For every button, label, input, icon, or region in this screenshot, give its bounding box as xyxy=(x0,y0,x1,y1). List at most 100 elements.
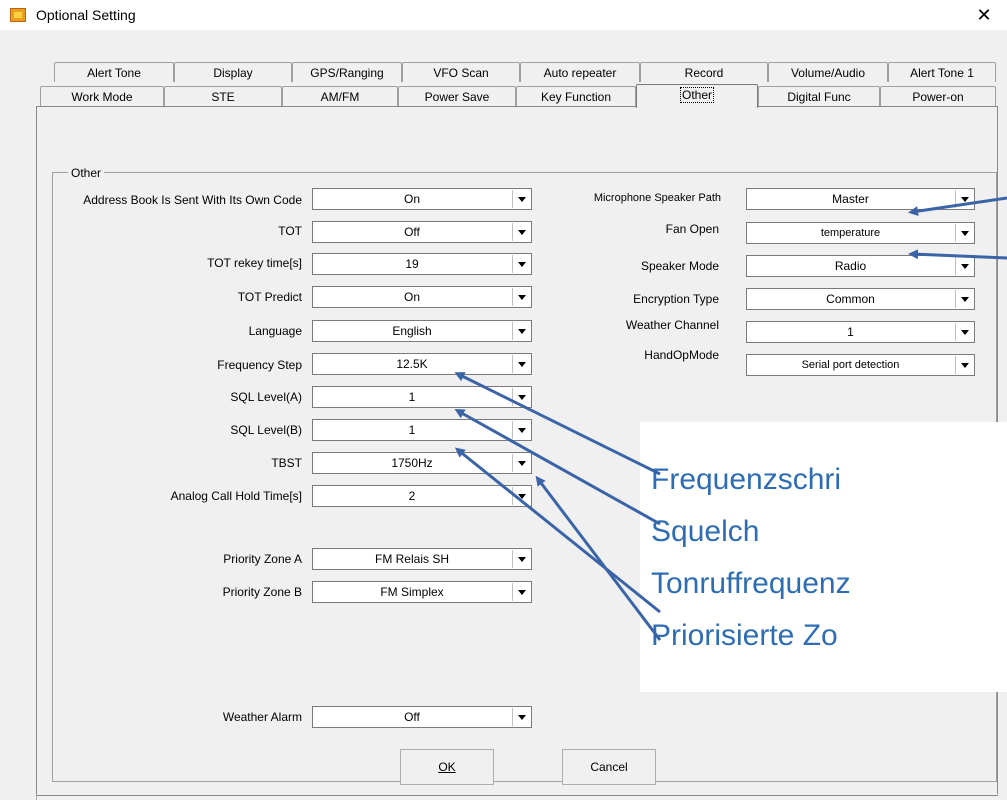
chevron-down-icon[interactable] xyxy=(955,290,973,308)
speaker-mode-value: Radio xyxy=(834,259,867,273)
tab-vfo-scan[interactable]: VFO Scan xyxy=(402,62,520,82)
analog-hold-select[interactable]: 2 xyxy=(312,485,532,507)
frequency-step-select[interactable]: 12.5K xyxy=(312,353,532,375)
label-frequency-step: Frequency Step xyxy=(217,358,302,372)
sql-level-b-value: 1 xyxy=(408,423,416,437)
chevron-down-icon[interactable] xyxy=(955,224,973,242)
chevron-down-icon[interactable] xyxy=(955,356,973,374)
label-weather-alarm: Weather Alarm xyxy=(222,710,302,724)
ok-button-label: OK xyxy=(438,760,456,774)
annotation-tone-frequency: Tonruffrequenz xyxy=(651,567,851,600)
tot-rekey-select[interactable]: 19 xyxy=(312,253,532,275)
annotation-priority-zone: Priorisierte Zo xyxy=(651,619,838,652)
annotation-squelch: Squelch xyxy=(651,515,760,548)
priority-zone-a-select[interactable]: FM Relais SH xyxy=(312,548,532,570)
tot-predict-value: On xyxy=(403,290,420,304)
app-icon xyxy=(10,8,26,22)
mic-speaker-path-select[interactable]: Master xyxy=(746,188,975,210)
encryption-type-select[interactable]: Common xyxy=(746,288,975,310)
tab-power-on[interactable]: Power-on xyxy=(880,86,996,106)
language-value: English xyxy=(392,324,432,338)
chevron-down-icon[interactable] xyxy=(512,223,530,241)
tot-rekey-value: 19 xyxy=(405,257,419,271)
tab-digital-func[interactable]: Digital Func xyxy=(758,86,880,106)
weather-alarm-value: Off xyxy=(404,710,420,724)
panel-bottom-line xyxy=(36,795,998,796)
chevron-down-icon[interactable] xyxy=(512,487,530,505)
tab-alert-tone[interactable]: Alert Tone xyxy=(54,62,174,82)
tab-power-save[interactable]: Power Save xyxy=(398,86,516,106)
close-icon[interactable]: ✕ xyxy=(961,0,1007,30)
chevron-down-icon[interactable] xyxy=(512,583,530,601)
tab-key-function[interactable]: Key Function xyxy=(516,86,636,106)
label-fan-open: Fan Open xyxy=(665,222,719,236)
sql-level-b-select[interactable]: 1 xyxy=(312,419,532,441)
chevron-down-icon[interactable] xyxy=(955,190,973,208)
tab-display[interactable]: Display xyxy=(174,62,292,82)
speaker-mode-select[interactable]: Radio xyxy=(746,255,975,277)
title-bar: Optional Setting ✕ xyxy=(0,0,1007,30)
label-analog-hold: Analog Call Hold Time[s] xyxy=(170,489,302,503)
tab-auto-repeater[interactable]: Auto repeater xyxy=(520,62,640,82)
group-title: Other xyxy=(68,166,105,180)
label-language: Language xyxy=(248,324,302,338)
chevron-down-icon[interactable] xyxy=(512,255,530,273)
tot-select[interactable]: Off xyxy=(312,221,532,243)
tab-ste[interactable]: STE xyxy=(164,86,282,106)
dialog-left-edge xyxy=(10,110,37,800)
chevron-down-icon[interactable] xyxy=(512,388,530,406)
cancel-button[interactable]: Cancel xyxy=(562,749,656,785)
label-sql-level-b: SQL Level(B) xyxy=(230,423,302,437)
label-tot: TOT xyxy=(278,224,302,238)
weather-channel-select[interactable]: 1 xyxy=(746,321,975,343)
tot-predict-select[interactable]: On xyxy=(312,286,532,308)
tab-record[interactable]: Record xyxy=(640,62,768,82)
label-priority-zone-a: Priority Zone A xyxy=(223,552,302,566)
chevron-down-icon[interactable] xyxy=(512,708,530,726)
tab-gps-ranging[interactable]: GPS/Ranging xyxy=(292,62,402,82)
weather-channel-value: 1 xyxy=(847,325,854,339)
chevron-down-icon[interactable] xyxy=(512,322,530,340)
label-address-book: Address Book Is Sent With Its Own Code xyxy=(83,193,302,207)
sql-level-a-value: 1 xyxy=(408,390,416,404)
tab-work-mode[interactable]: Work Mode xyxy=(40,86,164,106)
tbst-select[interactable]: 1750Hz xyxy=(312,452,532,474)
address-book-select[interactable]: On xyxy=(312,188,532,210)
tab-other-label: Other xyxy=(679,87,714,103)
chevron-down-icon[interactable] xyxy=(955,323,973,341)
sql-level-a-select[interactable]: 1 xyxy=(312,386,532,408)
label-speaker-mode: Speaker Mode xyxy=(640,259,719,273)
annotation-frequency-step: Frequenzschri xyxy=(651,463,842,496)
label-priority-zone-b: Priority Zone B xyxy=(222,585,302,599)
label-weather-channel: Weather Channel xyxy=(625,318,719,332)
weather-alarm-select[interactable]: Off xyxy=(312,706,532,728)
chevron-down-icon[interactable] xyxy=(955,257,973,275)
label-mic-speaker-path: Microphone Speaker Path xyxy=(593,192,721,204)
label-sql-level-a: SQL Level(A) xyxy=(230,390,302,404)
window-title: Optional Setting xyxy=(36,7,136,23)
chevron-down-icon[interactable] xyxy=(512,454,530,472)
chevron-down-icon[interactable] xyxy=(512,550,530,568)
label-handopmode: HandOpMode xyxy=(644,348,719,362)
priority-zone-b-select[interactable]: FM Simplex xyxy=(312,581,532,603)
frequency-step-value: 12.5K xyxy=(396,357,428,371)
handopmode-select[interactable]: Serial port detection xyxy=(746,354,975,376)
ok-button[interactable]: OK xyxy=(400,749,494,785)
encryption-type-value: Common xyxy=(826,292,875,306)
language-select[interactable]: English xyxy=(312,320,532,342)
tab-alert-tone-1[interactable]: Alert Tone 1 xyxy=(888,62,996,82)
chevron-down-icon[interactable] xyxy=(512,421,530,439)
chevron-down-icon[interactable] xyxy=(512,355,530,373)
label-encryption-type: Encryption Type xyxy=(633,292,719,306)
address-book-value: On xyxy=(403,192,420,206)
cancel-button-label: Cancel xyxy=(590,760,628,774)
chevron-down-icon[interactable] xyxy=(512,288,530,306)
tab-other[interactable]: Other xyxy=(636,84,758,108)
tab-volume-audio[interactable]: Volume/Audio xyxy=(768,62,888,82)
priority-zone-b-value: FM Simplex xyxy=(380,585,444,599)
handopmode-value: Serial port detection xyxy=(801,359,900,371)
fan-open-value: temperature xyxy=(820,227,881,239)
tab-am-fm[interactable]: AM/FM xyxy=(282,86,398,106)
fan-open-select[interactable]: temperature xyxy=(746,222,975,244)
chevron-down-icon[interactable] xyxy=(512,190,530,208)
